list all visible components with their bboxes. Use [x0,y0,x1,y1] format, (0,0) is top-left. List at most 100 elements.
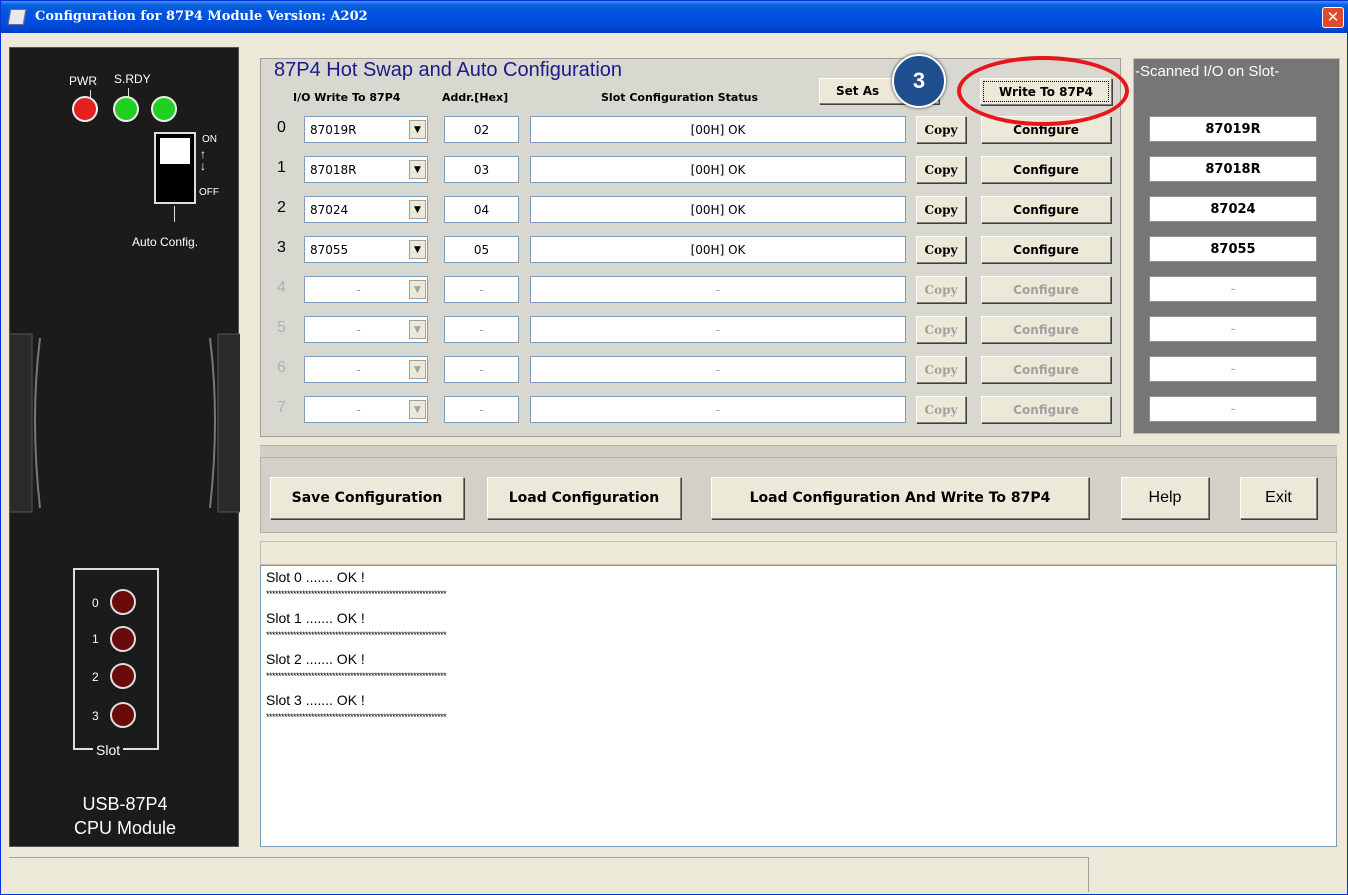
srdy-led [113,96,139,122]
log-separator: ****************************************… [266,712,447,722]
module-select-value: - [356,402,361,417]
configure-button[interactable]: Configure [981,196,1111,223]
highlight-ring [957,56,1129,126]
configure-button[interactable]: Configure [981,356,1111,383]
address-value: - [479,362,484,377]
log-output[interactable]: Slot 0 ....... OK ! ********************… [260,565,1337,847]
row-number: 5 [277,319,286,336]
separator-bar [260,445,1337,457]
device-module: CPU Module [73,818,177,838]
slot-0-number: 0 [92,596,99,610]
configure-button[interactable]: Configure [981,156,1111,183]
step-callout: 3 [892,54,946,108]
row-number: 1 [277,159,286,176]
scanned-io-item: - [1149,356,1317,382]
scanned-io-item: 87024 [1149,196,1317,222]
slot-status-value: - [715,322,721,337]
auto-config-label: Auto Config. [132,235,199,249]
address-field[interactable]: 04 [444,196,519,223]
row-number: 2 [277,199,286,216]
address-value: 03 [473,162,490,177]
scanned-io-item: - [1149,316,1317,342]
load-configuration-button[interactable]: Load Configuration [487,477,681,519]
log-separator: ****************************************… [266,589,447,599]
address-field[interactable]: - [444,276,519,303]
srdy-label: S.RDY [114,72,151,86]
module-select-value: - [356,322,361,337]
configure-button[interactable]: Configure [981,276,1111,303]
module-select-value: - [356,362,361,377]
slot-status-value: [00H] OK [690,202,746,217]
row-number: 3 [277,239,286,256]
slot-3-number: 3 [92,709,99,723]
slot-0-led [110,589,136,615]
chevron-down-icon[interactable]: ▼ [409,400,426,419]
copy-button[interactable]: Copy [916,396,966,423]
scanned-io-item: 87019R [1149,116,1317,142]
row-number: 6 [277,359,286,376]
slot-status-value: [00H] OK [690,122,746,137]
load-and-write-button[interactable]: Load Configuration And Write To 87P4 [711,477,1089,519]
address-value: - [479,402,484,417]
copy-button[interactable]: Copy [916,196,966,223]
module-select-value: 87019R [310,122,357,137]
exit-button[interactable]: Exit [1240,477,1317,519]
log-separator: ****************************************… [266,671,447,681]
slot-status-field: [00H] OK [530,196,906,223]
log-separator: ****************************************… [266,630,447,640]
address-field[interactable]: - [444,396,519,423]
configure-button[interactable]: Configure [981,396,1111,423]
module-select-value: 87055 [310,242,349,257]
slot-2-number: 2 [92,670,99,684]
scanned-io-item: 87055 [1149,236,1317,262]
pwr-led [72,96,98,122]
configure-button[interactable]: Configure [981,236,1111,263]
pwr-label: PWR [69,74,97,88]
switch-off-label: OFF [199,187,219,198]
copy-button[interactable]: Copy [916,156,966,183]
chevron-down-icon[interactable]: ▼ [409,200,426,219]
switch-knob [160,138,190,164]
chevron-down-icon[interactable]: ▼ [409,240,426,259]
configure-button[interactable]: Configure [981,316,1111,343]
log-line: Slot 2 ....... OK ! [266,651,365,667]
copy-button[interactable]: Copy [916,356,966,383]
log-line: Slot 0 ....... OK ! [266,569,365,585]
address-field[interactable]: 02 [444,116,519,143]
slot-status-value: - [715,282,721,297]
title-bar[interactable]: Configuration for 87P4 Module Version: A… [1,1,1348,33]
address-field[interactable]: 05 [444,236,519,263]
window-title: Configuration for 87P4 Module Version: A… [35,9,368,24]
slot-status-value: [00H] OK [690,162,746,177]
device-panel: PWR S.RDY ON OFF ↑ ↓ Auto Config. Slot 0 … [9,47,240,847]
copy-button[interactable]: Copy [916,116,966,143]
chevron-down-icon[interactable]: ▼ [409,320,426,339]
chevron-down-icon[interactable]: ▼ [409,120,426,139]
address-value: - [479,322,484,337]
status-bar [9,857,1089,892]
chevron-down-icon[interactable]: ▼ [409,360,426,379]
device-model: USB-87P4 [82,794,168,814]
slot-1-number: 1 [92,632,99,646]
help-button[interactable]: Help [1121,477,1209,519]
switch-arrow-icon: ↑ ↓ [200,147,206,173]
log-line: Slot 1 ....... OK ! [266,610,365,626]
status-led [151,96,177,122]
copy-button[interactable]: Copy [916,316,966,343]
chevron-down-icon[interactable]: ▼ [409,160,426,179]
scanned-io-item: 87018R [1149,156,1317,182]
hot-swap-group-title: 87P4 Hot Swap and Auto Configuration [271,59,626,82]
chevron-down-icon[interactable]: ▼ [409,280,426,299]
copy-button[interactable]: Copy [916,236,966,263]
copy-button[interactable]: Copy [916,276,966,303]
address-field[interactable]: - [444,316,519,343]
close-button[interactable]: ✕ [1322,7,1344,28]
slot-status-field: [00H] OK [530,116,906,143]
switch-wire [174,206,175,222]
address-field[interactable]: 03 [444,156,519,183]
row-number: 0 [277,119,286,136]
log-header [260,541,1337,565]
save-configuration-button[interactable]: Save Configuration [270,477,464,519]
address-field[interactable]: - [444,356,519,383]
slot-status-field: [00H] OK [530,236,906,263]
